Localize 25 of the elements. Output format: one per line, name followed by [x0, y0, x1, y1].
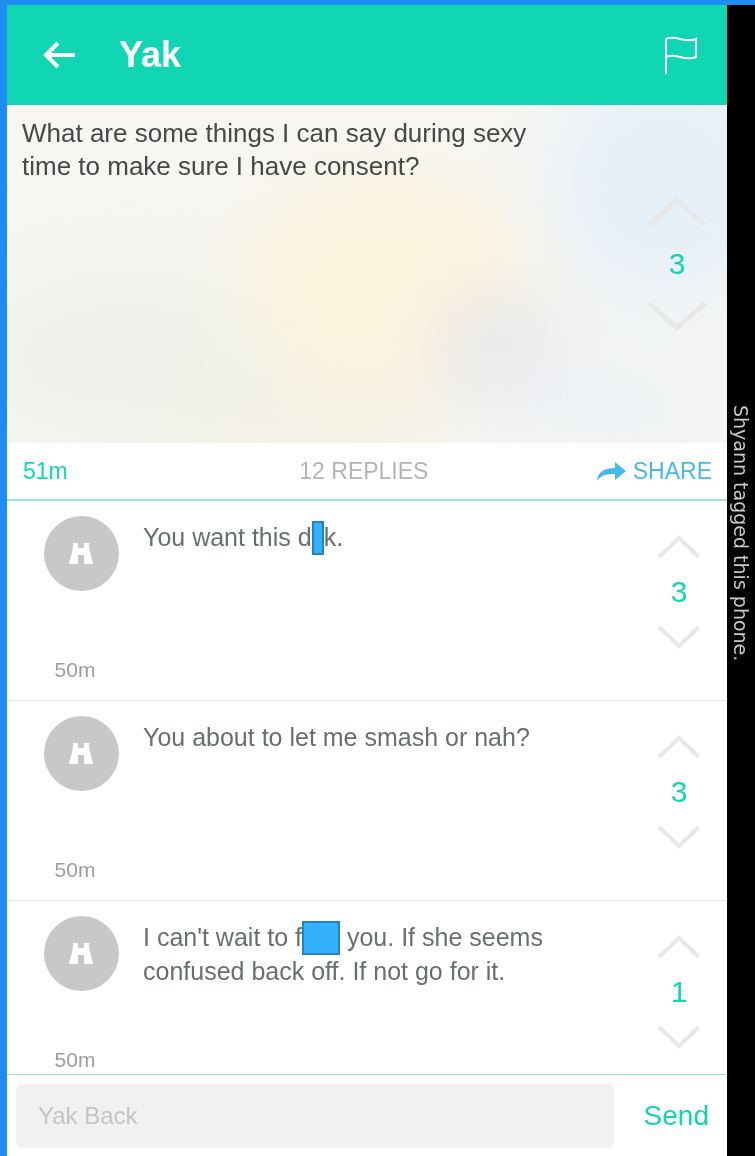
- back-arrow-icon[interactable]: [43, 40, 77, 70]
- post-time: 51m: [23, 457, 69, 485]
- reply-time: 50m: [54, 858, 96, 882]
- redaction-mark: [302, 921, 340, 955]
- reply-text: I can't wait to f you. If she seems confused back off. If not go for it.: [143, 920, 544, 987]
- vote-count: 3: [668, 247, 686, 281]
- reply-text: You about to let me smash or nah?: [143, 722, 531, 753]
- send-button[interactable]: Send: [639, 1095, 713, 1136]
- binoculars-icon: [68, 741, 94, 766]
- vote-count: 3: [670, 575, 688, 609]
- redaction-mark: [311, 521, 324, 555]
- reply-count: 12 REPLIES: [298, 457, 430, 485]
- share-button[interactable]: SHARE: [594, 457, 712, 485]
- share-arrow-icon: [594, 460, 627, 482]
- reply-time: 50m: [54, 658, 96, 682]
- handwritten-note: Shyann tagged this phone.: [730, 405, 752, 662]
- flag-icon[interactable]: [663, 35, 699, 75]
- screen-title: Yak: [119, 34, 183, 76]
- reply-text: You want this d k.: [143, 501, 613, 700]
- reply-time: 50m: [54, 1048, 96, 1072]
- binoculars-icon: [68, 941, 94, 966]
- vote-count: 1: [670, 975, 688, 1009]
- binoculars-icon: [68, 541, 94, 566]
- post-text: What are some things I can say during sexy time to make sure I have consent?: [22, 117, 528, 183]
- vote-count: 3: [670, 775, 688, 809]
